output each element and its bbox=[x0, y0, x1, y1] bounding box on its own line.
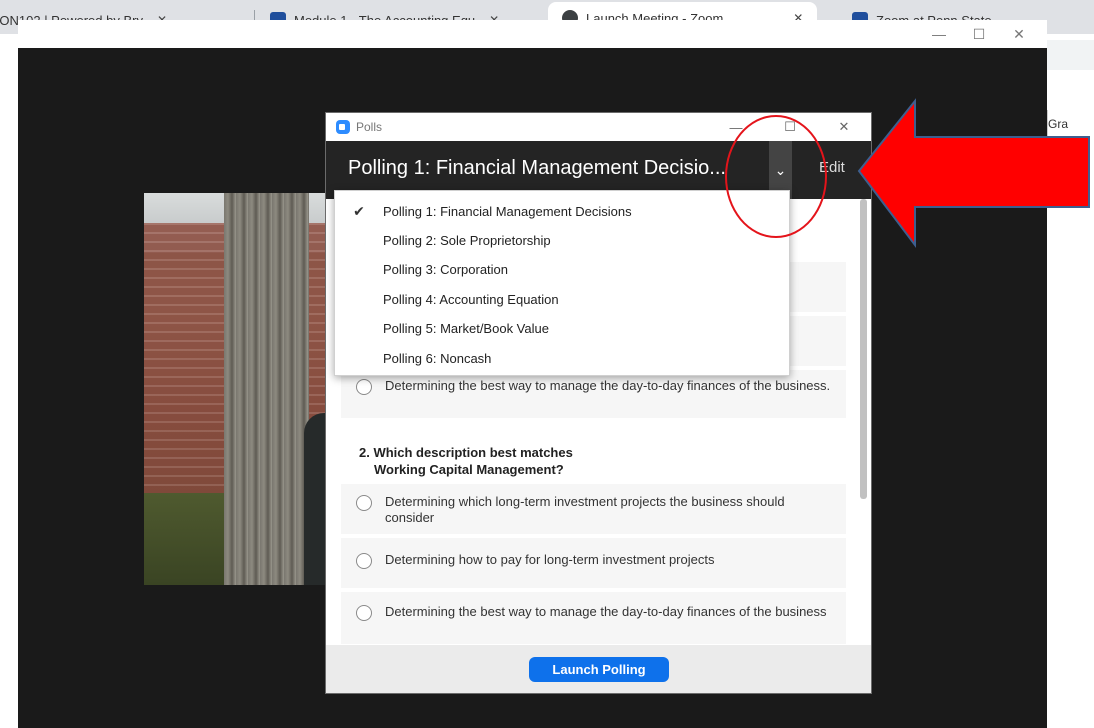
dropdown-item-polling-4[interactable]: Polling 4: Accounting Equation bbox=[335, 285, 791, 314]
radio-button[interactable] bbox=[356, 379, 372, 395]
dropdown-item-polling-2[interactable]: Polling 2: Sole Proprietorship bbox=[335, 226, 791, 255]
dropdown-item-label: Polling 6: Noncash bbox=[383, 351, 492, 366]
q2-option-2[interactable]: Determining how to pay for long-term inv… bbox=[341, 538, 846, 588]
dropdown-item-label: Polling 3: Corporation bbox=[383, 262, 509, 277]
poll-selector[interactable]: Polling 1: Financial Management Decisio.… bbox=[348, 157, 726, 180]
video-feed bbox=[144, 193, 329, 585]
dropdown-item-label: Polling 1: Financial Management Decision… bbox=[383, 204, 632, 219]
q1-option-3[interactable]: Determining the best way to manage the d… bbox=[341, 370, 846, 418]
polls-footer: Launch Polling bbox=[326, 645, 871, 693]
zoom-logo-icon bbox=[336, 120, 350, 134]
minimize-button[interactable]: — bbox=[919, 20, 959, 48]
question-2-title-line1: 2. Which description best matches bbox=[359, 445, 573, 460]
launch-polling-button[interactable]: Launch Polling bbox=[529, 657, 669, 682]
address-bar bbox=[1047, 40, 1094, 70]
dropdown-item-polling-5[interactable]: Polling 5: Market/Book Value bbox=[335, 314, 791, 343]
polls-window-title: Polls bbox=[356, 120, 383, 134]
option-text: Determining how to pay for long-term inv… bbox=[385, 552, 715, 567]
dropdown-item-label: Polling 2: Sole Proprietorship bbox=[383, 233, 551, 248]
radio-button[interactable] bbox=[356, 605, 372, 621]
option-text: Determining which long-term investment p… bbox=[385, 494, 785, 525]
radio-button[interactable] bbox=[356, 553, 372, 569]
desktop: CON102 | Powered by Bry ✕ Module 1 - The… bbox=[0, 0, 1094, 728]
window-controls: — ☐ ✕ bbox=[919, 20, 1039, 48]
maximize-button[interactable]: ☐ bbox=[959, 20, 999, 48]
q2-option-3[interactable]: Determining the best way to manage the d… bbox=[341, 592, 846, 644]
dropdown-item-polling-6[interactable]: Polling 6: Noncash bbox=[335, 344, 791, 373]
dropdown-item-label: Polling 4: Accounting Equation bbox=[383, 292, 559, 307]
video-tree-trunk bbox=[224, 193, 309, 585]
option-text: Determining the best way to manage the d… bbox=[385, 604, 827, 619]
poll-dropdown-menu: ✔ Polling 1: Financial Management Decisi… bbox=[334, 190, 790, 376]
dropdown-item-polling-3[interactable]: Polling 3: Corporation bbox=[335, 255, 791, 284]
dropdown-item-label: Polling 5: Market/Book Value bbox=[383, 321, 549, 336]
annotation-arrow-icon bbox=[857, 98, 1090, 248]
option-text: Determining the best way to manage the d… bbox=[385, 378, 831, 393]
zoom-titlebar: — ☐ ✕ bbox=[18, 20, 1047, 48]
close-button[interactable]: ✕ bbox=[999, 20, 1039, 48]
dropdown-item-polling-1[interactable]: ✔ Polling 1: Financial Management Decisi… bbox=[335, 197, 791, 226]
q2-option-1[interactable]: Determining which long-term investment p… bbox=[341, 484, 846, 534]
question-2-title-line2: Working Capital Management? bbox=[374, 462, 564, 477]
annotation-circle bbox=[725, 115, 827, 238]
radio-button[interactable] bbox=[356, 495, 372, 511]
check-icon: ✔ bbox=[353, 203, 365, 219]
